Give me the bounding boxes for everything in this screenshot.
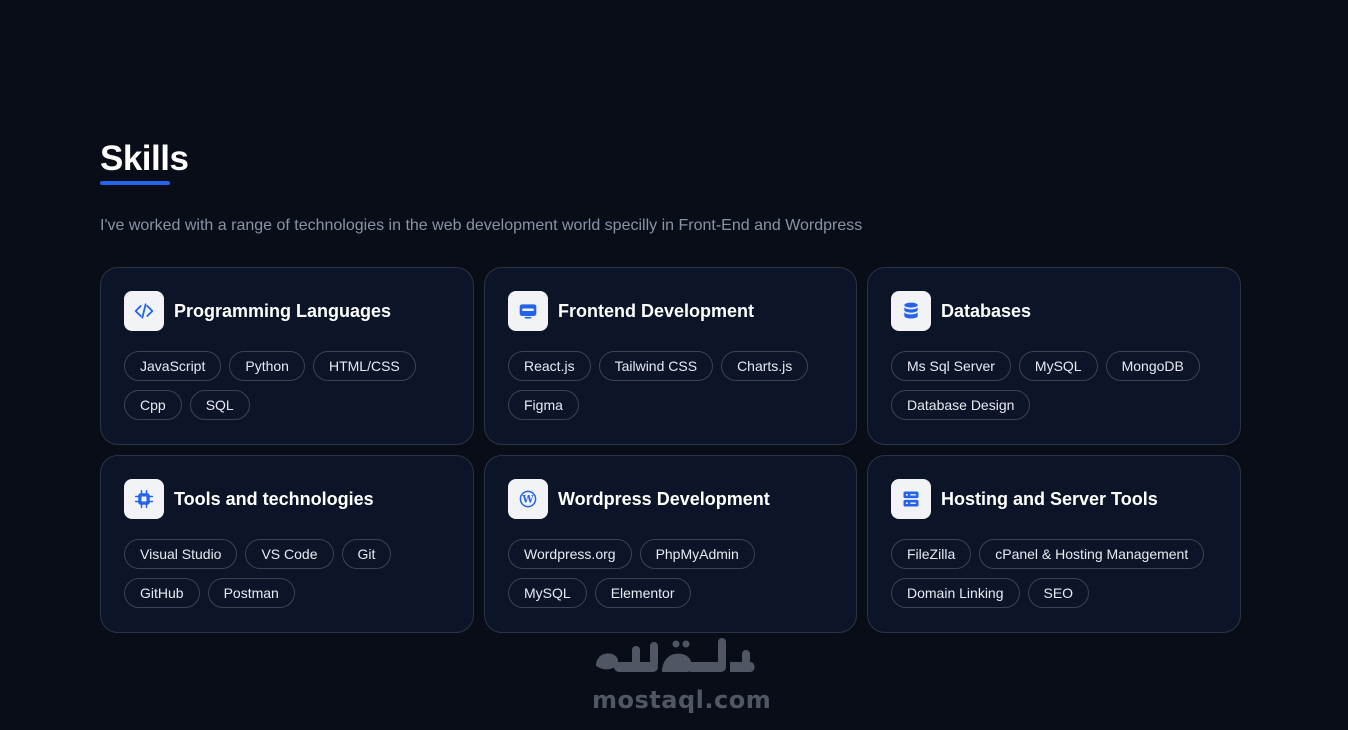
- skill-tag: MongoDB: [1105, 351, 1200, 381]
- tag-list: Wordpress.org PhpMyAdmin MySQL Elementor: [508, 539, 833, 608]
- skill-tag: VS Code: [245, 539, 334, 569]
- skill-tag: Ms Sql Server: [891, 351, 1011, 381]
- skills-section: Skills I've worked with a range of techn…: [100, 138, 1241, 633]
- tag-list: JavaScript Python HTML/CSS Cpp SQL: [124, 351, 450, 420]
- skill-tag: Database Design: [891, 390, 1031, 420]
- skill-tag: JavaScript: [124, 351, 222, 381]
- mostaql-watermark-logo: mostaql.com: [592, 636, 772, 716]
- card-title: Databases: [941, 300, 1032, 321]
- skill-tag: Domain Linking: [891, 578, 1020, 608]
- chip-icon: [124, 479, 164, 519]
- skill-tag: MySQL: [508, 578, 587, 608]
- skill-tag: React.js: [508, 351, 591, 381]
- monitor-icon: [508, 291, 548, 331]
- skill-tag: GitHub: [124, 578, 200, 608]
- skill-tag: cPanel & Hosting Management: [979, 539, 1205, 569]
- mostaql-arabic-logo: [596, 638, 755, 672]
- skill-card-tools-and-technologies: Tools and technologies Visual Studio VS …: [100, 455, 474, 633]
- card-header: Frontend Development: [508, 291, 833, 331]
- skill-tag: Cpp: [124, 390, 182, 420]
- skill-tag: PhpMyAdmin: [639, 539, 755, 569]
- code-icon: [124, 291, 164, 331]
- skill-tag: Charts.js: [721, 351, 809, 381]
- card-header: Tools and technologies: [124, 479, 450, 519]
- card-title: Programming Languages: [174, 300, 392, 321]
- skill-card-frontend-development: Frontend Development React.js Tailwind C…: [484, 267, 857, 445]
- database-icon: [891, 291, 931, 331]
- card-title: Tools and technologies: [174, 488, 374, 509]
- card-title: Frontend Development: [558, 300, 755, 321]
- watermark-url: mostaql.com: [592, 686, 772, 714]
- card-header: Databases: [891, 291, 1217, 331]
- skill-tag: SEO: [1027, 578, 1090, 608]
- card-title: Wordpress Development: [558, 488, 770, 509]
- skill-tag: SQL: [189, 390, 250, 420]
- skills-grid: Programming Languages JavaScript Python …: [100, 267, 1241, 633]
- skill-tag: Elementor: [594, 578, 691, 608]
- skill-tag: MySQL: [1018, 351, 1098, 381]
- wordpress-icon: W: [508, 479, 548, 519]
- skill-tag: Visual Studio: [124, 539, 238, 569]
- card-header: Hosting and Server Tools: [891, 479, 1217, 519]
- tag-list: Visual Studio VS Code Git GitHub Postman: [124, 539, 450, 608]
- tag-list: React.js Tailwind CSS Charts.js Figma: [508, 351, 833, 420]
- skill-tag: Git: [341, 539, 392, 569]
- card-title: Hosting and Server Tools: [941, 488, 1158, 509]
- skill-card-hosting-and-server-tools: Hosting and Server Tools FileZilla cPane…: [867, 455, 1241, 633]
- section-title: Skills: [100, 139, 189, 178]
- title-underline: [100, 181, 170, 185]
- svg-text:W: W: [521, 495, 534, 506]
- card-header: Programming Languages: [124, 291, 450, 331]
- page: Skills I've worked with a range of techn…: [0, 0, 1348, 730]
- skill-card-databases: Databases Ms Sql Server MySQL MongoDB Da…: [867, 267, 1241, 445]
- skill-tag: Postman: [207, 578, 295, 608]
- tag-list: Ms Sql Server MySQL MongoDB Database Des…: [891, 351, 1217, 420]
- section-heading: Skills: [100, 138, 189, 185]
- skill-tag: Figma: [508, 390, 579, 420]
- tag-list: FileZilla cPanel & Hosting Management Do…: [891, 539, 1217, 608]
- skill-tag: FileZilla: [891, 539, 972, 569]
- skill-tag: Wordpress.org: [508, 539, 632, 569]
- skill-card-programming-languages: Programming Languages JavaScript Python …: [100, 267, 474, 445]
- skill-card-wordpress-development: W Wordpress Development Wordpress.org Ph…: [484, 455, 857, 633]
- card-header: W Wordpress Development: [508, 479, 833, 519]
- skill-tag: Tailwind CSS: [598, 351, 714, 381]
- skill-tag: Python: [229, 351, 305, 381]
- skill-tag: HTML/CSS: [312, 351, 416, 381]
- server-icon: [891, 479, 931, 519]
- section-subtitle: I've worked with a range of technologies…: [100, 217, 863, 234]
